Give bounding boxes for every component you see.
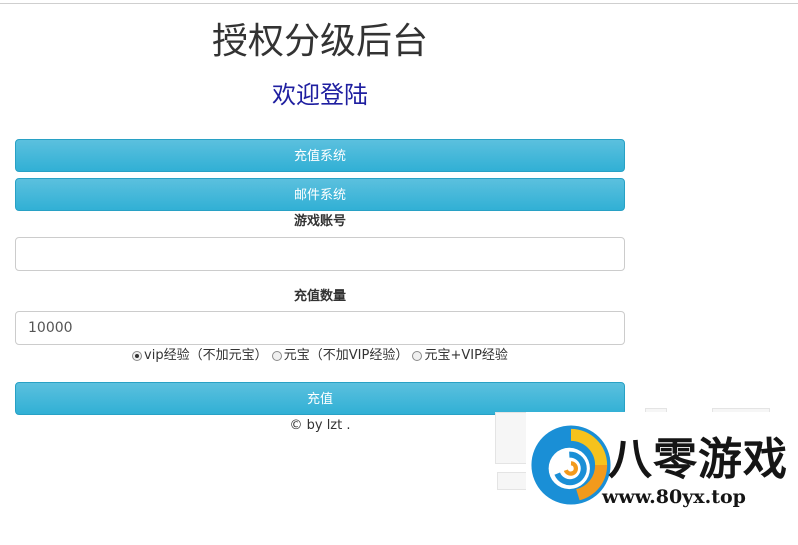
radio-vip-exp[interactable]: vip经验（不加元宝）	[132, 347, 268, 365]
radio-checked-icon[interactable]	[132, 351, 143, 361]
radio-yuanbao-label: 元宝（不加VIP经验）	[283, 348, 409, 363]
recharge-type-options: vip经验（不加元宝） 元宝（不加VIP经验） 元宝+VIP经验	[0, 347, 640, 367]
amount-label: 充值数量	[293, 289, 346, 304]
top-divider	[0, 3, 798, 4]
radio-unchecked-icon[interactable]	[271, 351, 282, 361]
page-title: 授权分级后台	[211, 21, 428, 62]
amount-input[interactable]	[15, 311, 625, 345]
account-input[interactable]	[15, 237, 625, 271]
submit-recharge-button[interactable]: 充值	[15, 382, 625, 415]
watermark-brand: 八零游戏	[608, 434, 788, 485]
account-label: 游戏账号	[293, 214, 346, 229]
watermark: 八零游戏 www.80yx.top	[526, 412, 798, 545]
radio-yuanbao[interactable]: 元宝（不加VIP经验）	[271, 347, 409, 365]
radio-yuanbao-vip[interactable]: 元宝+VIP经验	[412, 347, 508, 365]
welcome-subtitle: 欢迎登陆	[272, 81, 368, 109]
mail-system-button[interactable]: 邮件系统	[15, 178, 625, 211]
radio-unchecked-icon[interactable]	[412, 351, 423, 361]
recharge-system-button[interactable]: 充值系统	[15, 139, 625, 172]
radio-yuanbao-vip-label: 元宝+VIP经验	[424, 348, 508, 363]
watermark-url: www.80yx.top	[602, 486, 746, 508]
radio-vip-exp-label: vip经验（不加元宝）	[144, 348, 268, 363]
